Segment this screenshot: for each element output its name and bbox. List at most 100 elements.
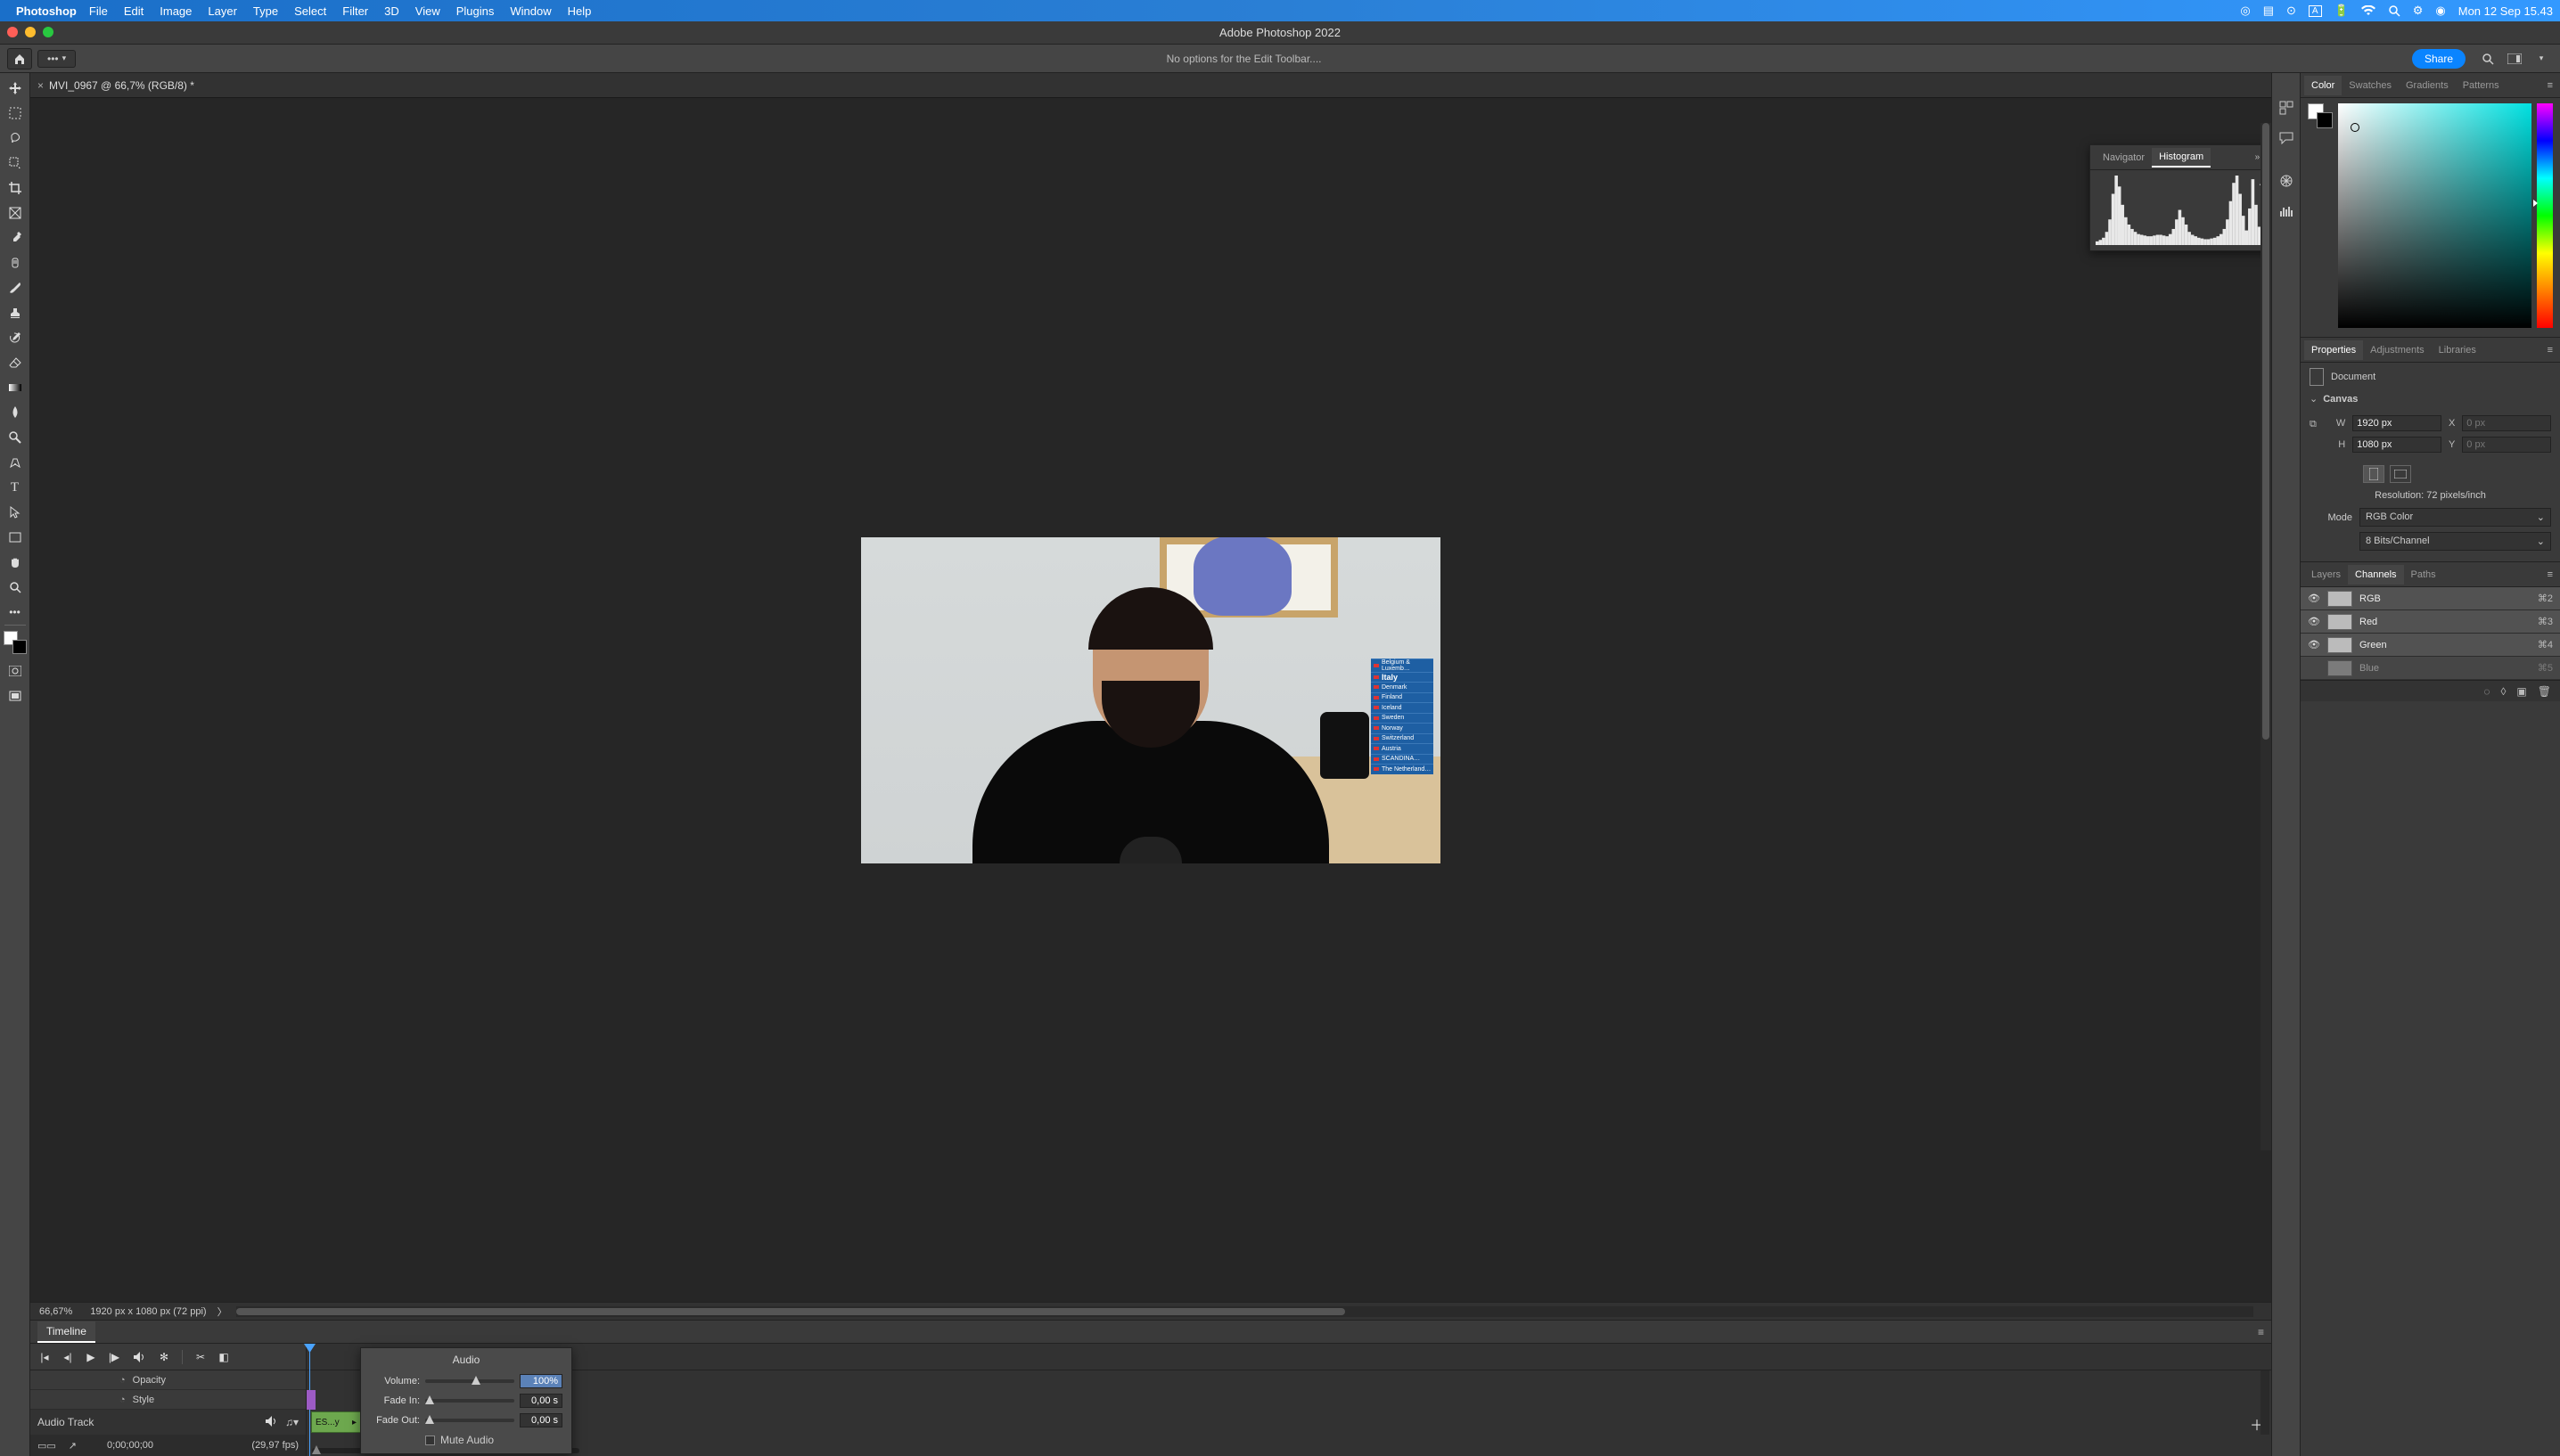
histogram-tab[interactable]: Histogram (2152, 148, 2211, 168)
track-style-row[interactable]: ◔ Style (30, 1390, 306, 1410)
menu-plugins[interactable]: Plugins (456, 4, 495, 18)
control-center-icon[interactable]: ⚙ (2413, 4, 2424, 18)
adjustments-tab[interactable]: Adjustments (2363, 340, 2432, 360)
settings-gear-icon[interactable]: ✻ (157, 1351, 171, 1363)
search-icon[interactable] (2476, 49, 2499, 69)
clock[interactable]: Mon 12 Sep 15.43 (2458, 4, 2553, 18)
menu-edit[interactable]: Edit (124, 4, 144, 18)
path-select-tool[interactable] (3, 501, 28, 524)
channels-tab[interactable]: Channels (2348, 565, 2403, 585)
transition-button[interactable]: ◧ (217, 1351, 231, 1363)
layers-tab[interactable]: Layers (2304, 565, 2348, 585)
close-window-button[interactable] (7, 27, 18, 37)
disk-icon[interactable]: ▤ (2263, 4, 2274, 18)
play-circle-icon[interactable]: ⊙ (2286, 4, 2296, 18)
gradients-tab[interactable]: Gradients (2399, 76, 2456, 95)
menu-filter[interactable]: Filter (342, 4, 368, 18)
hand-tool[interactable] (3, 551, 28, 574)
mute-checkbox[interactable] (425, 1436, 435, 1445)
canvas-viewport[interactable]: Belgium & Luxemb… Italy Denmark Finland … (30, 98, 2271, 1302)
fade-out-slider[interactable] (425, 1419, 514, 1422)
export-icon[interactable]: ↗ (69, 1440, 77, 1452)
menu-3d[interactable]: 3D (384, 4, 399, 18)
cc-cloud-icon[interactable]: ◎ (2240, 4, 2250, 18)
menu-layer[interactable]: Layer (208, 4, 237, 18)
panel-menu-icon[interactable]: ≡ (2258, 1326, 2264, 1338)
home-button[interactable] (7, 48, 32, 70)
crop-tool[interactable] (3, 176, 28, 200)
next-frame-button[interactable]: |▶ (107, 1351, 121, 1363)
frame-tool[interactable] (3, 201, 28, 225)
menu-type[interactable]: Type (253, 4, 278, 18)
panel-menu-icon[interactable]: ≡ (2548, 80, 2556, 91)
menu-file[interactable]: File (89, 4, 108, 18)
navigator-tab[interactable]: Navigator (2096, 149, 2152, 167)
hue-slider[interactable] (2537, 103, 2553, 328)
minimize-window-button[interactable] (25, 27, 36, 37)
blur-tool[interactable] (3, 401, 28, 424)
load-selection-icon[interactable]: ◌ (2483, 685, 2490, 698)
status-chevron-icon[interactable]: 〉 (217, 1305, 227, 1319)
render-button[interactable]: ▭▭ (37, 1440, 56, 1452)
channel-row-red[interactable]: 👁 Red ⌘3 (2301, 610, 2560, 634)
menu-image[interactable]: Image (160, 4, 192, 18)
marquee-tool[interactable] (3, 102, 28, 125)
first-frame-button[interactable]: |◂ (37, 1351, 52, 1363)
eraser-tool[interactable] (3, 351, 28, 374)
pen-tool[interactable] (3, 451, 28, 474)
canvas-scrollbar[interactable] (2261, 123, 2271, 1150)
timeline-scrollbar[interactable] (2261, 1370, 2269, 1435)
fg-bg-swatch[interactable] (2308, 103, 2333, 128)
paths-tab[interactable]: Paths (2404, 565, 2443, 585)
swatches-tab[interactable]: Swatches (2342, 76, 2399, 95)
screen-mode-button[interactable] (2503, 49, 2526, 69)
brush-tool[interactable] (3, 276, 28, 299)
type-tool[interactable]: T (3, 476, 28, 499)
zoom-window-button[interactable] (43, 27, 53, 37)
share-button[interactable]: Share (2412, 49, 2466, 69)
keyboard-icon[interactable]: A (2309, 5, 2322, 17)
doc-dimensions[interactable]: 1920 px x 1080 px (72 ppi) (90, 1306, 206, 1317)
siri-icon[interactable]: ◉ (2435, 4, 2445, 18)
split-clip-button[interactable]: ✂ (193, 1351, 208, 1363)
fade-out-input[interactable]: 0,00 s (520, 1413, 562, 1427)
battery-icon[interactable]: 🔋 (2334, 4, 2349, 18)
menu-window[interactable]: Window (510, 4, 551, 18)
zoom-readout[interactable]: 66,67% (39, 1306, 72, 1317)
eye-icon[interactable]: 👁 (2308, 639, 2320, 650)
document-tab-title[interactable]: MVI_0967 @ 66,7% (RGB/8) * (49, 79, 194, 92)
channel-row-green[interactable]: 👁 Green ⌘4 (2301, 634, 2560, 657)
lasso-tool[interactable] (3, 127, 28, 150)
volume-slider[interactable] (425, 1379, 514, 1383)
link-dimensions-icon[interactable]: ⧉ (2310, 410, 2317, 430)
fade-in-input[interactable]: 0,00 s (520, 1394, 562, 1408)
eye-icon[interactable]: 👁 (2308, 593, 2320, 604)
edit-toolbar[interactable]: ••• (3, 601, 28, 624)
stamp-tool[interactable] (3, 301, 28, 324)
gradient-tool[interactable] (3, 376, 28, 399)
prev-frame-button[interactable]: ◂| (61, 1351, 75, 1363)
app-name[interactable]: Photoshop (16, 4, 77, 18)
color-tab[interactable]: Color (2304, 76, 2342, 95)
eyedropper-tool[interactable] (3, 226, 28, 249)
fg-bg-swatch[interactable] (4, 631, 27, 654)
close-tab-button[interactable]: × (37, 79, 44, 92)
shape-tool[interactable] (3, 526, 28, 549)
properties-tab[interactable]: Properties (2304, 340, 2363, 360)
menu-help[interactable]: Help (568, 4, 592, 18)
music-note-icon[interactable]: ♫▾ (285, 1416, 299, 1428)
save-selection-icon[interactable]: ◊ (2500, 685, 2506, 698)
panel-menu-icon[interactable]: ≡ (2548, 569, 2556, 580)
menu-select[interactable]: Select (294, 4, 326, 18)
zoom-tool[interactable] (3, 576, 28, 599)
comments-dock-icon[interactable] (2277, 128, 2296, 148)
canvas-section-toggle[interactable]: ⌄ Canvas (2310, 393, 2551, 405)
expand-icon[interactable]: » (2255, 152, 2261, 162)
timeline-tracks[interactable]: ES...y ▸ ＋ (307, 1344, 2271, 1456)
stopwatch-icon[interactable]: ◔ (119, 1375, 126, 1386)
move-tool[interactable] (3, 77, 28, 100)
panel-menu-icon[interactable]: ≡ (2548, 345, 2556, 356)
healing-tool[interactable] (3, 251, 28, 274)
orientation-landscape-button[interactable] (2390, 465, 2411, 483)
history-brush-tool[interactable] (3, 326, 28, 349)
